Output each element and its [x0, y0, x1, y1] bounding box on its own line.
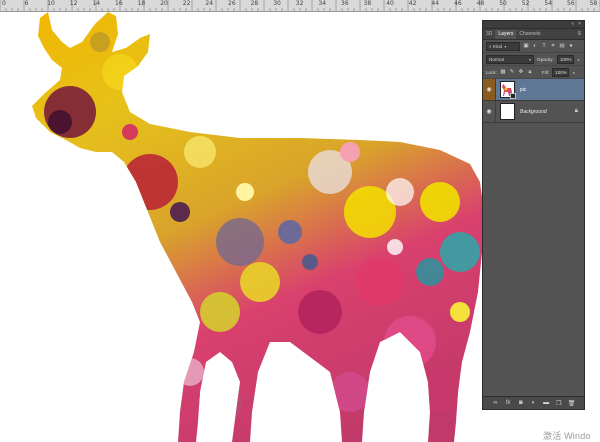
ruler-label: 10 — [47, 0, 55, 7]
tab-channels[interactable]: Channels — [516, 30, 543, 39]
ruler-label: 34 — [318, 0, 327, 7]
ruler-label: 40 — [386, 0, 394, 7]
shape-layer-filter-icon[interactable]: ⌗ — [550, 43, 556, 49]
ruler-label: 22 — [182, 0, 191, 7]
fill-dropdown-icon[interactable]: ▸ — [573, 70, 575, 75]
opacity-label: Opacity: — [537, 56, 554, 62]
ruler-label: 32 — [295, 0, 304, 7]
lock-image-icon[interactable]: ✎ — [509, 69, 515, 75]
kind-filter-select[interactable]: ⌕ Kind ▾ — [486, 41, 520, 51]
collapse-panel-icon[interactable]: « — [571, 21, 574, 28]
link-layers-icon[interactable]: ∞ — [491, 400, 499, 406]
delete-layer-icon[interactable]: 🗑︎ — [568, 400, 576, 407]
ruler-label: 42 — [408, 0, 417, 7]
ruler-label: 12 — [69, 0, 78, 7]
fill-label: Fill: — [541, 69, 550, 75]
ruler-label: 26 — [228, 0, 236, 7]
fill-input[interactable]: 100% — [552, 67, 570, 77]
eye-icon[interactable]: ◉ — [483, 101, 496, 122]
horizontal-ruler: 0 6 10 12 14 16 18 20 22 24 26 28 30 32 34 36 38 40 42 44 46… — [0, 0, 600, 12]
opacity-input[interactable]: 100% — [556, 54, 574, 64]
ruler-label: 58 — [589, 0, 598, 7]
chevron-down-icon: ▾ — [504, 43, 507, 49]
ruler-label: 28 — [250, 0, 259, 7]
search-icon: ⌕ — [489, 43, 492, 49]
ruler-label: 18 — [137, 0, 146, 7]
layer-name[interactable]: Background — [520, 109, 547, 115]
ruler-label: 6 — [24, 0, 29, 7]
tab-layers[interactable]: Layers — [495, 30, 517, 39]
smart-object-filter-icon[interactable]: ▤ — [559, 43, 565, 49]
ruler-label: 36 — [341, 0, 349, 7]
panel-menu-icon[interactable]: ≡ — [577, 30, 581, 38]
lock-position-icon[interactable]: ✥ — [518, 69, 524, 75]
lock-icon: 🔒︎ — [574, 108, 578, 114]
layer-style-fx-icon[interactable]: fx — [504, 400, 512, 406]
panel-titlebar[interactable]: « × — [483, 21, 584, 29]
ruler-label: 46 — [454, 0, 462, 7]
filter-toggle-icon[interactable]: ● — [568, 43, 574, 49]
ruler-label: 14 — [92, 0, 101, 7]
layers-panel: « × 3D Layers Channels ≡ ⌕ Kind ▾ ▣ ◐ T … — [482, 20, 585, 410]
filter-row: ⌕ Kind ▾ ▣ ◐ T ⌗ ▤ ● — [483, 40, 584, 53]
ruler-label: 54 — [544, 0, 553, 7]
lock-all-icon[interactable]: 🔒︎ — [527, 69, 533, 75]
layer-thumbnail — [500, 103, 515, 120]
close-panel-icon[interactable]: × — [578, 21, 581, 28]
chevron-down-icon: ▾ — [528, 56, 531, 62]
lock-transparency-icon[interactable]: ▦ — [500, 69, 506, 75]
ruler-label: 52 — [521, 0, 530, 7]
panel-footer: ∞ fx ◙ ◐ ▬ ❐ 🗑︎ — [483, 396, 584, 409]
new-group-icon[interactable]: ▬ — [542, 400, 550, 406]
blend-mode-value: Normal — [489, 56, 504, 62]
blend-row: Normal ▾ Opacity: 100% ▸ — [483, 53, 584, 66]
ruler-label: 38 — [363, 0, 372, 7]
tab-3d[interactable]: 3D — [483, 30, 495, 39]
ruler-label: 0 — [2, 0, 6, 7]
ruler-label: 44 — [431, 0, 440, 7]
layer-row-pic[interactable]: ◉ pic — [483, 79, 584, 101]
layer-name[interactable]: pic — [520, 87, 526, 93]
ruler-label: 20 — [160, 0, 168, 7]
smart-object-badge-icon — [510, 93, 516, 99]
add-mask-icon[interactable]: ◙ — [517, 400, 525, 406]
ruler-label: 24 — [205, 0, 214, 7]
lock-label: Lock: — [486, 69, 497, 75]
ruler-label: 50 — [499, 0, 507, 7]
lock-row: Lock: ▦ ✎ ✥ 🔒︎ Fill: 100% ▸ — [483, 66, 584, 79]
pixel-layer-filter-icon[interactable]: ▣ — [523, 43, 529, 49]
eye-icon[interactable]: ◉ — [483, 79, 496, 100]
adjustment-layer-icon[interactable]: ◐ — [529, 400, 537, 406]
ruler-label: 16 — [115, 0, 123, 7]
layer-row-background[interactable]: ◉ Background 🔒︎ — [483, 101, 584, 123]
opacity-dropdown-icon[interactable]: ▸ — [578, 57, 580, 62]
new-layer-icon[interactable]: ❐ — [555, 400, 563, 407]
ruler-label: 56 — [567, 0, 575, 7]
ruler-label: 48 — [476, 0, 485, 7]
type-layer-filter-icon[interactable]: T — [541, 43, 547, 49]
ruler-label: 30 — [273, 0, 281, 7]
kind-filter-label: Kind — [492, 43, 503, 49]
activation-watermark: 激活 Windo — [543, 431, 591, 441]
panel-tabs: 3D Layers Channels ≡ — [483, 29, 584, 40]
adjustment-layer-filter-icon[interactable]: ◐ — [532, 43, 538, 49]
blend-mode-select[interactable]: Normal ▾ — [486, 54, 534, 64]
